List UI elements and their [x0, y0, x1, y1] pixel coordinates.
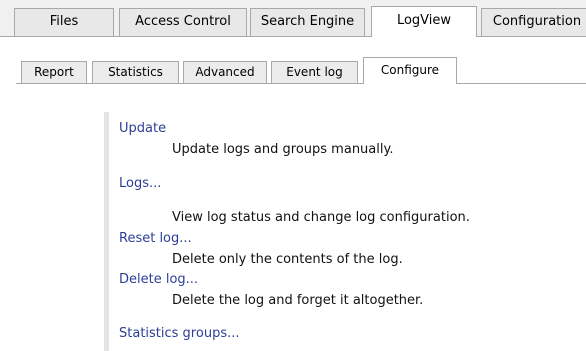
subtab-advanced[interactable]: Advanced	[183, 61, 267, 83]
subtab-statistics[interactable]: Statistics	[92, 61, 179, 83]
tab-logview[interactable]: LogView	[371, 6, 477, 37]
main-tab-bar: Files Access Control Search Engine LogVi…	[0, 0, 586, 37]
subtab-configure[interactable]: Configure	[363, 57, 457, 84]
sub-tab-bar-divider	[16, 83, 586, 84]
tab-access-control[interactable]: Access Control	[119, 8, 247, 37]
subtab-event-log[interactable]: Event log	[271, 61, 358, 83]
logs-description: View log status and change log configura…	[172, 210, 470, 225]
statistics-groups-link[interactable]: Statistics groups...	[119, 326, 240, 341]
logs-link[interactable]: Logs...	[119, 176, 161, 191]
subtab-report[interactable]: Report	[21, 61, 87, 83]
update-link[interactable]: Update	[119, 121, 166, 136]
delete-log-description: Delete the log and forget it altogether.	[172, 293, 424, 308]
reset-log-link[interactable]: Reset log...	[119, 231, 192, 246]
content-side-bar	[104, 112, 109, 351]
tab-configuration[interactable]: Configuration	[481, 8, 586, 37]
logview-configure-page: Files Access Control Search Engine LogVi…	[0, 0, 586, 351]
main-tab-bar-divider	[0, 36, 586, 37]
delete-log-link[interactable]: Delete log...	[119, 272, 198, 287]
reset-log-description: Delete only the contents of the log.	[172, 252, 403, 267]
tab-search-engine[interactable]: Search Engine	[250, 8, 365, 37]
tab-files[interactable]: Files	[14, 8, 114, 37]
update-description: Update logs and groups manually.	[172, 142, 394, 157]
